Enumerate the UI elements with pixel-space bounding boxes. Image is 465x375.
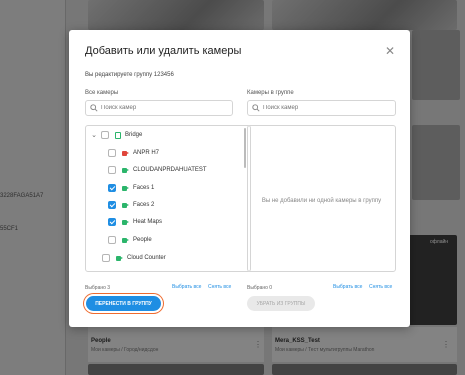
- all-cameras-label: Все камеры: [85, 90, 119, 96]
- checkbox[interactable]: [108, 149, 116, 157]
- search-input[interactable]: [101, 105, 221, 111]
- select-all-link[interactable]: Выбрать все: [172, 284, 201, 290]
- tree-item[interactable]: Heat Maps: [108, 216, 162, 228]
- chevron-down-icon[interactable]: ⌄: [90, 131, 98, 139]
- folder-icon: [115, 131, 121, 139]
- tree-item[interactable]: Faces 2: [108, 199, 154, 211]
- close-icon[interactable]: ✕: [385, 44, 395, 58]
- select-all-link[interactable]: Выбрать все: [333, 284, 362, 290]
- camera-icon: [116, 255, 123, 261]
- tree-item-label: Faces 1: [133, 185, 155, 191]
- dialog-title: Добавить или удалить камеры: [85, 45, 242, 57]
- search-icon: [90, 104, 98, 112]
- selected-count: Выбрано 0: [247, 285, 273, 291]
- add-remove-cameras-dialog: Добавить или удалить камеры ✕ Вы редакти…: [69, 30, 410, 327]
- camera-icon: [122, 237, 129, 243]
- checkbox-checked[interactable]: [108, 184, 116, 192]
- tree-item[interactable]: CLOUDANPRDAHUATEST: [108, 164, 207, 176]
- group-cameras-list[interactable]: Вы не добавили ни одной камеры в группу: [247, 125, 396, 272]
- tree-item-label: Heat Maps: [133, 219, 163, 225]
- checkbox[interactable]: [108, 236, 116, 244]
- checkbox[interactable]: [108, 166, 116, 174]
- clear-all-link[interactable]: Снять все: [208, 284, 231, 290]
- remove-from-group-button[interactable]: УБРАТЬ ИЗ ГРУППЫ: [247, 296, 315, 311]
- tree-item[interactable]: Cloud Counter: [102, 252, 166, 264]
- scrollbar[interactable]: [244, 128, 246, 168]
- camera-icon: [122, 219, 129, 225]
- search-icon: [252, 104, 260, 112]
- tree-item-label: Cloud Counter: [127, 255, 166, 261]
- group-cameras-search[interactable]: [247, 100, 396, 116]
- empty-message: Вы не добавили ни одной камеры в группу: [261, 198, 382, 204]
- camera-icon: [122, 167, 129, 173]
- tree-item-label: Bridge: [125, 132, 143, 138]
- checkbox-checked[interactable]: [108, 218, 116, 226]
- tree-item-label: People: [133, 237, 152, 243]
- checkbox[interactable]: [102, 254, 110, 262]
- move-to-group-button[interactable]: ПЕРЕНЕСТИ В ГРУППУ: [86, 296, 161, 311]
- all-cameras-list[interactable]: ⌄ Bridge ANPR H7 CLOUDANPRDAHUATEST Face…: [85, 125, 251, 272]
- selected-count: Выбрано 3: [85, 285, 111, 291]
- tree-item-label: CLOUDANPRDAHUATEST: [133, 167, 207, 173]
- all-cameras-search[interactable]: [85, 100, 233, 116]
- tree-item[interactable]: People: [108, 234, 152, 246]
- tree-item-label: ANPR H7: [133, 150, 160, 156]
- clear-all-link[interactable]: Снять все: [369, 284, 392, 290]
- tree-item[interactable]: Faces 1: [108, 182, 154, 194]
- camera-icon: [122, 185, 129, 191]
- search-input[interactable]: [263, 105, 383, 111]
- camera-icon: [122, 150, 129, 156]
- dialog-subtitle: Вы редактируете группу 123456: [85, 72, 174, 78]
- tree-item[interactable]: ANPR H7: [108, 147, 159, 159]
- checkbox-checked[interactable]: [108, 201, 116, 209]
- group-cameras-label: Камеры в группе: [247, 90, 294, 96]
- checkbox[interactable]: [101, 131, 109, 139]
- tree-folder-bridge[interactable]: ⌄ Bridge: [90, 129, 142, 141]
- camera-icon: [122, 202, 129, 208]
- tree-item-label: Faces 2: [133, 202, 155, 208]
